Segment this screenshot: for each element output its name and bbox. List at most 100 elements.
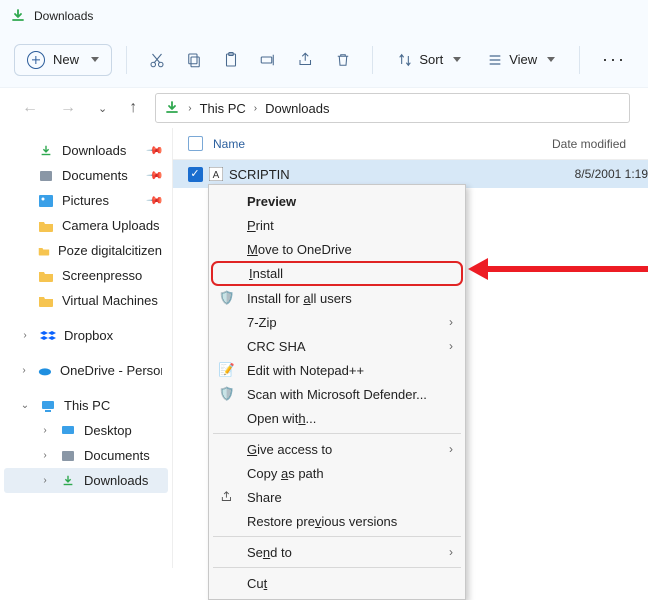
folder-icon	[38, 269, 54, 283]
pc-icon	[40, 399, 56, 413]
new-button[interactable]: New	[14, 44, 112, 76]
menu-print[interactable]: Print	[211, 213, 463, 237]
expand-icon[interactable]: ›	[38, 450, 52, 461]
pin-icon: 📌	[146, 191, 165, 210]
menu-open-with[interactable]: Open with...	[211, 406, 463, 430]
menu-restore-versions[interactable]: Restore previous versions	[211, 509, 463, 533]
documents-icon	[38, 169, 54, 183]
sidebar-item-desktop[interactable]: › Desktop	[4, 418, 168, 443]
column-header: Name Date modified	[173, 128, 648, 160]
nav-back-button[interactable]: ←	[18, 95, 42, 121]
sidebar-item-downloads[interactable]: Downloads 📌	[4, 138, 168, 163]
sidebar-item-pictures[interactable]: Pictures 📌	[4, 188, 168, 213]
sidebar-item-onedrive[interactable]: › OneDrive - Personal	[4, 358, 168, 383]
menu-label: Cut	[247, 576, 267, 591]
menu-edit-notepadpp[interactable]: 📝Edit with Notepad++	[211, 358, 463, 382]
menu-send-to[interactable]: Send to›	[211, 540, 463, 564]
menu-give-access[interactable]: Give access to ›	[211, 437, 463, 461]
copy-button[interactable]	[178, 42, 209, 78]
folder-icon	[38, 219, 54, 233]
sidebar-item-downloads[interactable]: › Downloads	[4, 468, 168, 493]
breadcrumb-seg[interactable]: This PC	[200, 101, 246, 116]
chevron-down-icon[interactable]: ⌄	[94, 98, 111, 119]
menu-label: Give access to	[247, 442, 332, 457]
column-date[interactable]: Date modified	[552, 137, 648, 151]
select-all-checkbox[interactable]	[188, 136, 203, 151]
menu-scan-defender[interactable]: 🛡️Scan with Microsoft Defender...	[211, 382, 463, 406]
row-checkbox[interactable]	[188, 167, 203, 182]
expand-icon[interactable]: ›	[18, 330, 32, 341]
plus-icon	[27, 51, 45, 69]
onedrive-icon	[38, 364, 52, 378]
sidebar-item-thispc[interactable]: ⌄ This PC	[4, 393, 168, 418]
chevron-right-icon: ›	[449, 442, 453, 456]
more-button[interactable]: ···	[594, 49, 634, 70]
cut-button[interactable]	[141, 42, 172, 78]
sidebar-item-label: Downloads	[84, 473, 148, 488]
menu-label: Send to	[247, 545, 292, 560]
menu-label: Scan with Microsoft Defender...	[247, 387, 427, 402]
menu-label: Move to OneDrive	[247, 242, 352, 257]
nav-up-button[interactable]: ↑	[125, 95, 141, 121]
sidebar-item[interactable]: Camera Uploads	[4, 213, 168, 238]
shield-icon: 🛡️	[217, 290, 237, 306]
menu-label: Share	[247, 490, 282, 505]
sidebar-item-label: Dropbox	[64, 328, 113, 343]
menu-preview[interactable]: Preview	[211, 189, 463, 213]
menu-copy-path[interactable]: Copy as path	[211, 461, 463, 485]
expand-icon[interactable]: ›	[38, 475, 52, 486]
sort-button[interactable]: Sort	[387, 48, 471, 72]
sidebar-item[interactable]: Screenpresso	[4, 263, 168, 288]
toolbar: New Sort View ···	[0, 32, 648, 88]
sort-label: Sort	[419, 52, 443, 67]
rename-button[interactable]	[253, 42, 284, 78]
share-button[interactable]	[290, 42, 321, 78]
nav-forward-button[interactable]: →	[56, 95, 80, 121]
sidebar-item[interactable]: Poze digitalcitizen	[4, 238, 168, 263]
menu-install[interactable]: Install	[211, 261, 463, 286]
sidebar-item-label: Camera Uploads	[62, 218, 160, 233]
annotation-arrow	[468, 256, 648, 282]
sidebar-item-label: Desktop	[84, 423, 132, 438]
expand-icon[interactable]: ›	[38, 425, 52, 436]
menu-separator	[213, 536, 461, 537]
notepad-icon: 📝	[217, 362, 237, 378]
menu-share[interactable]: Share	[211, 485, 463, 509]
sidebar-item-label: Documents	[84, 448, 150, 463]
sidebar-item-documents[interactable]: › Documents	[4, 443, 168, 468]
address-bar[interactable]: › This PC › Downloads	[155, 93, 630, 123]
chevron-down-icon	[91, 57, 99, 62]
downloads-icon	[38, 144, 54, 158]
nav-row: ← → ⌄ ↑ › This PC › Downloads	[0, 88, 648, 128]
sidebar-item-label: This PC	[64, 398, 110, 413]
collapse-icon[interactable]: ⌄	[18, 400, 32, 411]
column-name[interactable]: Name	[209, 137, 552, 151]
view-label: View	[509, 52, 537, 67]
menu-label: Preview	[247, 194, 296, 209]
documents-icon	[60, 449, 76, 463]
menu-label: Install for all users	[247, 291, 352, 306]
menu-label: Restore previous versions	[247, 514, 397, 529]
menu-install-all[interactable]: 🛡️ Install for all users	[211, 286, 463, 310]
sidebar-item-dropbox[interactable]: › Dropbox	[4, 323, 168, 348]
paste-button[interactable]	[215, 42, 246, 78]
sidebar-item[interactable]: Virtual Machines	[4, 288, 168, 313]
sidebar: Downloads 📌 Documents 📌 Pictures 📌 Camer…	[0, 128, 172, 568]
menu-7zip[interactable]: 7-Zip›	[211, 310, 463, 334]
sidebar-item-label: OneDrive - Personal	[60, 363, 162, 378]
pictures-icon	[38, 194, 54, 208]
view-button[interactable]: View	[477, 48, 565, 72]
dropbox-icon	[40, 329, 56, 343]
downloads-folder-icon	[10, 8, 26, 24]
menu-cut[interactable]: Cut	[211, 571, 463, 595]
menu-move-onedrive[interactable]: Move to OneDrive	[211, 237, 463, 261]
sidebar-item-documents[interactable]: Documents 📌	[4, 163, 168, 188]
menu-label: 7-Zip	[247, 315, 277, 330]
expand-icon[interactable]: ›	[18, 365, 30, 376]
delete-button[interactable]	[327, 42, 358, 78]
breadcrumb-seg[interactable]: Downloads	[265, 101, 329, 116]
menu-crc-sha[interactable]: CRC SHA›	[211, 334, 463, 358]
sidebar-item-label: Screenpresso	[62, 268, 142, 283]
menu-label: Install	[249, 266, 283, 281]
menu-label: CRC SHA	[247, 339, 306, 354]
